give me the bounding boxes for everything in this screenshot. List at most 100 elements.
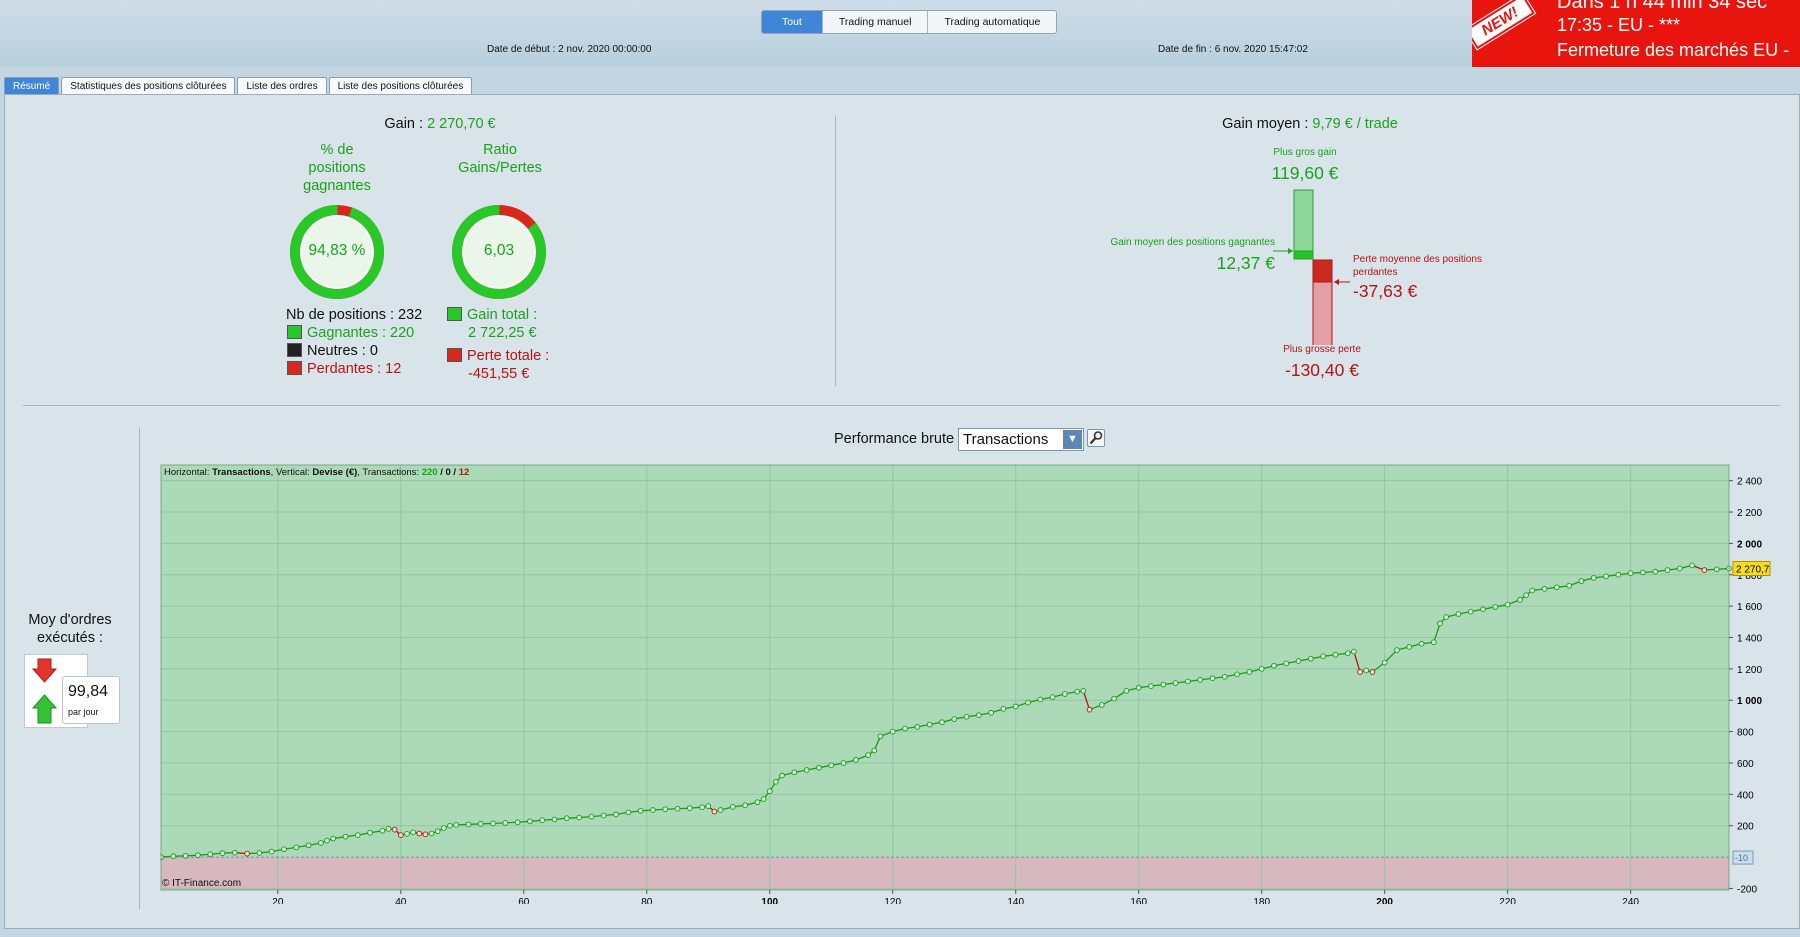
data-point [1455, 611, 1462, 617]
perf-title: Performance brute [834, 431, 955, 447]
data-point [1332, 651, 1339, 658]
data-point [1080, 687, 1087, 694]
data-point [397, 832, 404, 838]
y-tick-label: 2 000 [1737, 539, 1762, 550]
data-point [1111, 695, 1117, 702]
ratio-value: 6,03 [483, 242, 515, 259]
gain-value: 2 270,70 € [427, 116, 496, 132]
data-point [576, 814, 582, 821]
filter-automatic-button[interactable]: Trading automatique [927, 11, 1056, 33]
ratio-title-line: Ratio [483, 142, 517, 158]
chevron-down-icon: ▼ [1063, 430, 1082, 449]
data-point [379, 827, 386, 834]
x-tick-label: 60 [518, 897, 530, 904]
data-point [951, 716, 958, 722]
loss-area [161, 857, 1729, 890]
data-point [305, 842, 312, 849]
data-point [1640, 569, 1646, 576]
end-date: Date de fin : 6 nov. 2020 15:47:02 [1158, 44, 1308, 55]
winners-swatch [287, 325, 302, 339]
y-tick-label: 1 200 [1737, 665, 1762, 676]
data-point [1197, 677, 1204, 683]
data-point [410, 829, 416, 836]
tab-orders[interactable]: Liste des ordres [237, 77, 327, 95]
gain-total-value: 2 722,25 € [468, 325, 537, 341]
data-point [434, 828, 441, 835]
data-point [293, 844, 300, 851]
wrench-icon[interactable] [1087, 429, 1105, 447]
wrench-glyph [1089, 431, 1103, 445]
data-point [1689, 562, 1695, 569]
data-point [865, 752, 871, 758]
market-close-banner[interactable]: NEW! Dans 1 h 44 min 34 sec 17:35 - EU -… [1472, 0, 1800, 67]
max-loss-value: -130,40 € [1285, 360, 1359, 380]
data-point [1000, 706, 1007, 712]
data-point [1394, 647, 1400, 653]
data-point [441, 825, 447, 831]
data-point [330, 835, 337, 842]
data-point [1504, 601, 1511, 608]
data-point [1344, 650, 1351, 657]
data-point [717, 807, 724, 813]
data-point [1012, 703, 1019, 710]
chart-header-text: Horizontal: [164, 467, 213, 478]
perf-mode-select[interactable]: Transactions ▼ [958, 428, 1084, 451]
data-point [268, 848, 275, 855]
win-pct-title-line: % de [320, 142, 354, 158]
horizontal-divider [23, 405, 1780, 406]
data-point [1615, 571, 1622, 578]
neutral-swatch [287, 343, 302, 357]
data-point [914, 724, 921, 730]
chart-header-text: 12 [458, 467, 470, 478]
data-point [1363, 667, 1370, 674]
gain-total-swatch [447, 307, 462, 321]
tab-closed-stats[interactable]: Statistiques des positions clôturées [61, 77, 236, 95]
filter-manual-button[interactable]: Trading manuel [821, 11, 928, 33]
data-point [650, 807, 656, 813]
data-point [404, 831, 410, 837]
data-point [1381, 659, 1388, 666]
max-gain-label: Plus gros gain [1273, 147, 1337, 158]
market-close-text: Fermeture des marchés EU - [1557, 40, 1790, 60]
data-point [342, 833, 349, 840]
data-point [711, 808, 718, 815]
data-point [637, 807, 644, 814]
data-point [871, 747, 878, 754]
data-point [1652, 568, 1659, 575]
close-time: 17:35 [1557, 15, 1603, 35]
data-point [1713, 566, 1720, 573]
data-point [182, 852, 189, 859]
data-point [1320, 653, 1327, 660]
data-point [889, 728, 896, 735]
data-point [1209, 675, 1216, 682]
zero-marker: -10 [1732, 850, 1754, 865]
data-point [318, 840, 324, 846]
filter-all-button[interactable]: Tout [762, 11, 822, 33]
data-point [1283, 660, 1290, 667]
tab-closed-positions[interactable]: Liste des positions clôturées [328, 77, 473, 95]
data-point [1541, 586, 1548, 592]
orders-title-line: exécutés : [36, 630, 104, 646]
data-point [1295, 658, 1302, 664]
data-point [760, 796, 767, 802]
data-point [613, 811, 619, 818]
data-point [477, 820, 484, 827]
data-point [939, 719, 945, 726]
data-point [428, 830, 435, 837]
data-point [551, 816, 558, 823]
data-point [1430, 639, 1437, 646]
tab-summary[interactable]: Résumé [4, 77, 60, 95]
data-point [1246, 669, 1253, 675]
avg-loss-value: -37,63 € [1353, 281, 1418, 301]
data-point [754, 799, 761, 806]
data-point [385, 825, 392, 832]
y-tick-label: 1 600 [1737, 602, 1762, 613]
data-point [1603, 573, 1609, 580]
data-point [840, 760, 847, 766]
avg-loss-label-line: perdantes [1353, 267, 1398, 278]
last-value-label: 2 270,7 [1736, 565, 1770, 576]
data-point [779, 772, 785, 779]
data-point [1406, 644, 1413, 650]
data-point [1492, 604, 1499, 610]
chart-header: Horizontal: Transactions, Vertical: Devi… [164, 467, 469, 478]
